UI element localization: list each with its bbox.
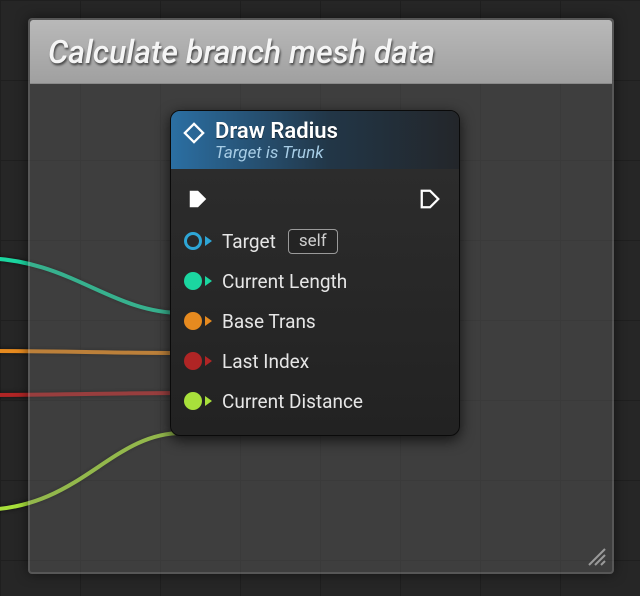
input-row-base-trans: Base Trans bbox=[183, 301, 447, 341]
float-pin-icon[interactable] bbox=[183, 271, 203, 291]
pin-label: Base Trans bbox=[222, 310, 316, 333]
pin-label: Current Length bbox=[222, 270, 347, 293]
transform-pin-icon[interactable] bbox=[183, 311, 203, 331]
input-row-current-distance: Current Distance bbox=[183, 381, 447, 421]
pin-label: Last Index bbox=[222, 350, 309, 373]
float-pin-icon[interactable] bbox=[183, 391, 203, 411]
object-pin-icon[interactable] bbox=[183, 231, 203, 251]
node-subtitle: Target is Trunk bbox=[215, 143, 338, 163]
exec-output-pin-icon[interactable] bbox=[419, 188, 441, 210]
node-title: Draw Radius bbox=[215, 119, 338, 144]
blueprint-node-draw-radius[interactable]: Draw Radius Target is Trunk Target self bbox=[170, 110, 460, 436]
node-header[interactable]: Draw Radius Target is Trunk bbox=[171, 111, 459, 169]
input-row-last-index: Last Index bbox=[183, 341, 447, 381]
comment-title[interactable]: Calculate branch mesh data bbox=[30, 20, 612, 84]
int-pin-icon[interactable] bbox=[183, 351, 203, 371]
exec-input-pin-icon[interactable] bbox=[187, 188, 209, 210]
node-body: Target self Current Length Base Trans La… bbox=[171, 169, 459, 435]
resize-grip-icon[interactable] bbox=[586, 546, 606, 566]
pin-label: Current Distance bbox=[222, 390, 363, 413]
pin-label: Target bbox=[222, 230, 276, 253]
input-row-target: Target self bbox=[183, 221, 447, 261]
input-row-current-length: Current Length bbox=[183, 261, 447, 301]
function-icon bbox=[183, 122, 205, 148]
target-default-input[interactable]: self bbox=[288, 229, 338, 254]
